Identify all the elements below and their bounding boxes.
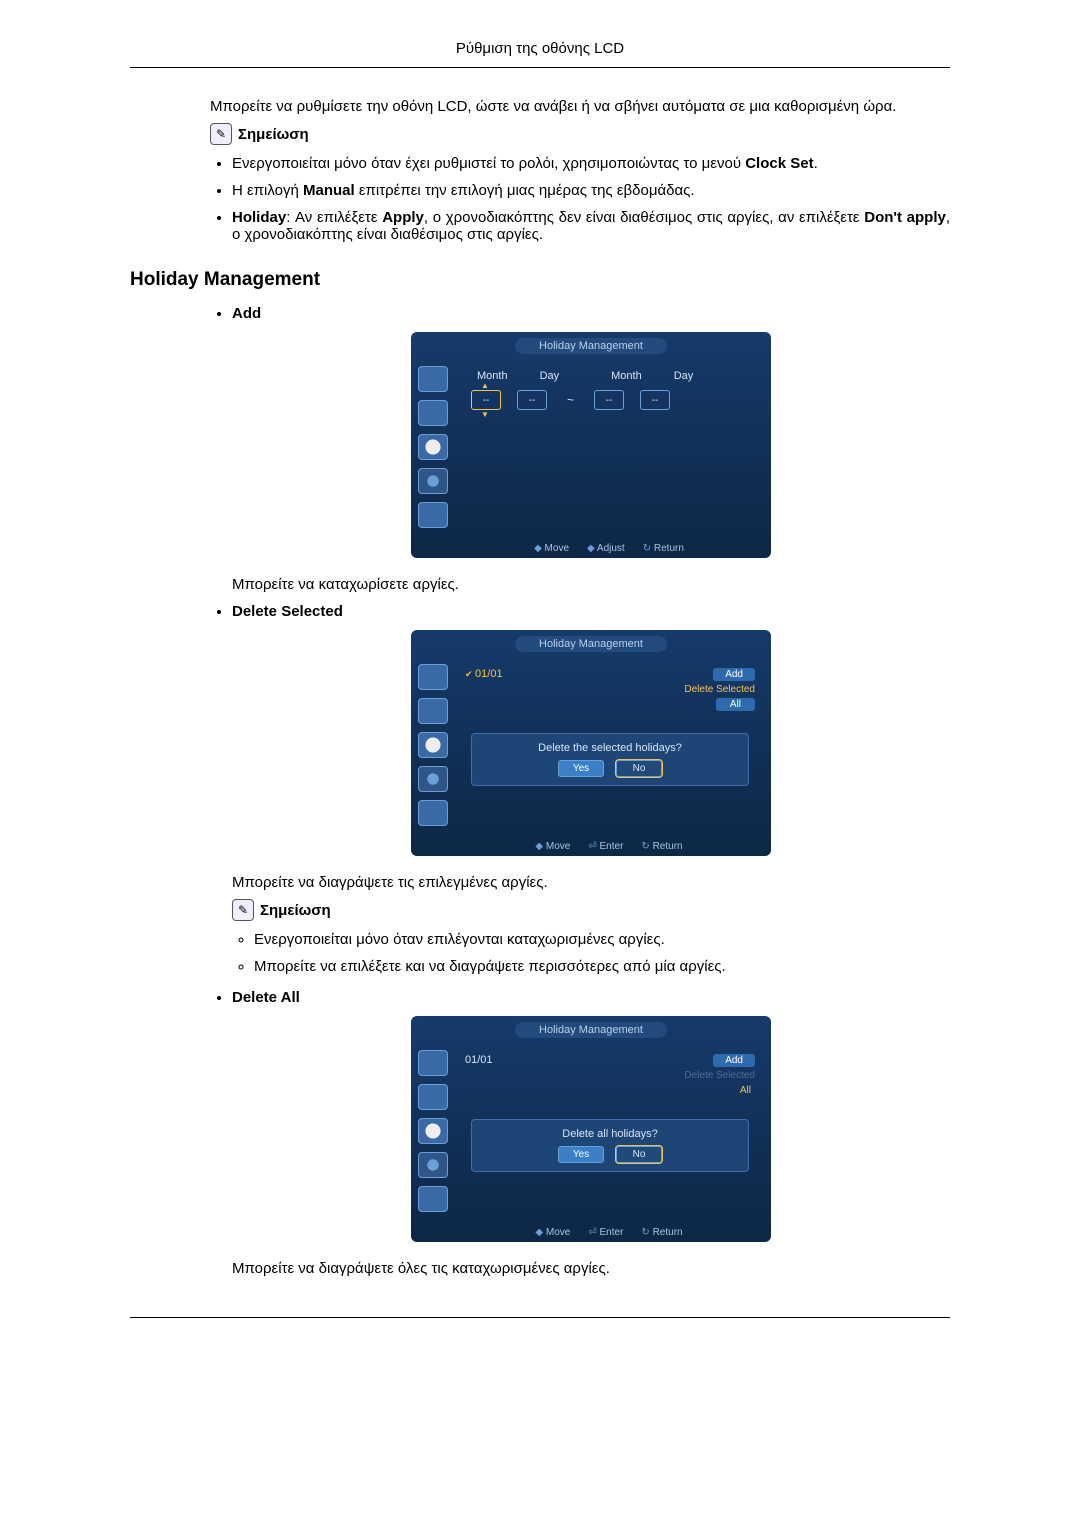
note-icon: ✎: [210, 123, 232, 145]
header-rule: [130, 67, 950, 68]
sidebar-icon: [418, 502, 448, 528]
sidebar-icon: [418, 1186, 448, 1212]
clock-set-term: Clock Set: [745, 155, 813, 172]
gear-icon: [418, 468, 448, 494]
osd-delete-all-screen: Holiday Management 01/: [411, 1016, 771, 1242]
delete-selected-button[interactable]: Delete Selected: [684, 684, 755, 695]
delete-all-button[interactable]: All: [736, 1084, 755, 1097]
osd-footer: Move Enter Return: [455, 1227, 763, 1238]
return-hint: Return: [641, 841, 682, 852]
delete-all-button[interactable]: All: [716, 698, 755, 711]
note-enabled-when-selected: Ενεργοποιείται μόνο όταν επιλέγονται κατ…: [254, 931, 950, 948]
no-button[interactable]: No: [616, 760, 662, 777]
manual-term: Manual: [303, 182, 355, 199]
day-start-spin[interactable]: --: [517, 390, 547, 410]
osd-footer: Move Adjust Return: [455, 543, 763, 554]
sidebar-icon: [418, 400, 448, 426]
enter-hint: Enter: [588, 841, 623, 852]
enter-hint: Enter: [588, 1227, 623, 1238]
text: , ο χρονοδιακόπτης δεν είναι διαθέσιμος …: [424, 209, 864, 226]
timer-icon: [418, 1118, 448, 1144]
month-end-spin[interactable]: --: [594, 390, 624, 410]
date-value: 01/01: [475, 668, 503, 680]
apply-term: Apply: [382, 209, 424, 226]
notes-list-2: Ενεργοποιείται μόνο όταν επιλέγονται κατ…: [232, 931, 950, 975]
move-hint: Move: [535, 841, 570, 852]
sidebar-icon: [418, 1084, 448, 1110]
day-label: Day: [668, 366, 700, 386]
note-multiple-delete: Μπορείτε να επιλέξετε και να διαγράψετε …: [254, 958, 950, 975]
return-hint: Return: [641, 1227, 682, 1238]
day-end-spin[interactable]: --: [640, 390, 670, 410]
delete-all-label: Delete All: [232, 989, 300, 1006]
adjust-hint: Adjust: [587, 543, 625, 554]
text: επιτρέπει την επιλογή μιας ημέρας της εβ…: [355, 182, 695, 199]
gear-icon: [418, 766, 448, 792]
month-label: Month: [471, 366, 514, 386]
range-separator: ~: [563, 393, 578, 407]
sidebar-icon: [418, 366, 448, 392]
osd-title: Holiday Management: [515, 1022, 667, 1038]
footer-rule: [130, 1317, 950, 1318]
holiday-date[interactable]: 01/01: [465, 1054, 493, 1097]
month-label: Month: [605, 366, 648, 386]
note-holiday: Holiday: Αν επιλέξετε Apply, ο χρονοδιακ…: [232, 209, 950, 243]
sidebar-icon: [418, 698, 448, 724]
dont-apply-term: Don't apply: [864, 209, 946, 226]
yes-button[interactable]: Yes: [558, 760, 604, 777]
page-header: Ρύθμιση της οθόνης LCD: [130, 40, 950, 63]
holiday-date[interactable]: 01/01: [465, 668, 503, 711]
delete-selected-caption: Μπορείτε να διαγράψετε τις επιλεγμένες α…: [232, 874, 950, 891]
confirm-dialog: Delete all holidays? Yes No: [471, 1119, 749, 1172]
note-label: Σημείωση: [260, 902, 331, 919]
move-hint: Move: [535, 1227, 570, 1238]
osd-title: Holiday Management: [515, 338, 667, 354]
sidebar-icon: [418, 800, 448, 826]
timer-icon: [418, 434, 448, 460]
no-button[interactable]: No: [616, 1146, 662, 1163]
delete-all-caption: Μπορείτε να διαγράψετε όλες τις καταχωρι…: [232, 1260, 950, 1277]
text: : Αν επιλέξετε: [286, 209, 382, 226]
holiday-management-heading: Holiday Management: [130, 269, 950, 291]
add-button[interactable]: Add: [713, 668, 755, 681]
text: .: [814, 155, 818, 172]
notes-list-1: Ενεργοποιείται μόνο όταν έχει ρυθμιστεί …: [210, 155, 950, 243]
note-icon: ✎: [232, 899, 254, 921]
day-label: Day: [534, 366, 566, 386]
note-clock-set: Ενεργοποιείται μόνο όταν έχει ρυθμιστεί …: [232, 155, 950, 172]
osd-title: Holiday Management: [515, 636, 667, 652]
note-label: Σημείωση: [238, 126, 309, 143]
intro-text: Μπορείτε να ρυθμίσετε την οθόνη LCD, ώστ…: [210, 98, 950, 115]
sidebar-icon: [418, 1050, 448, 1076]
osd-delete-selected-screen: Holiday Management 01/: [411, 630, 771, 856]
delete-selected-label: Delete Selected: [232, 603, 343, 620]
add-item-label: Add: [232, 305, 261, 322]
return-hint: Return: [643, 543, 684, 554]
check-icon: [465, 668, 475, 680]
text: Η επιλογή: [232, 182, 303, 199]
add-caption: Μπορείτε να καταχωρίσετε αργίες.: [232, 576, 950, 593]
confirm-text: Delete all holidays?: [480, 1128, 740, 1140]
yes-button[interactable]: Yes: [558, 1146, 604, 1163]
note-manual: Η επιλογή Manual επιτρέπει την επιλογή μ…: [232, 182, 950, 199]
osd-footer: Move Enter Return: [455, 841, 763, 852]
month-start-spin[interactable]: --: [471, 390, 501, 410]
text: Ενεργοποιείται μόνο όταν έχει ρυθμιστεί …: [232, 155, 745, 172]
osd-sidebar: [411, 1044, 455, 1218]
osd-add-screen: Holiday Management: [411, 332, 771, 558]
add-button[interactable]: Add: [713, 1054, 755, 1067]
sidebar-icon: [418, 664, 448, 690]
confirm-dialog: Delete the selected holidays? Yes No: [471, 733, 749, 786]
delete-selected-button[interactable]: Delete Selected: [684, 1070, 755, 1081]
osd-sidebar: [411, 658, 455, 832]
holiday-term: Holiday: [232, 209, 286, 226]
confirm-text: Delete the selected holidays?: [480, 742, 740, 754]
osd-sidebar: [411, 360, 455, 534]
move-hint: Move: [534, 543, 569, 554]
timer-icon: [418, 732, 448, 758]
gear-icon: [418, 1152, 448, 1178]
